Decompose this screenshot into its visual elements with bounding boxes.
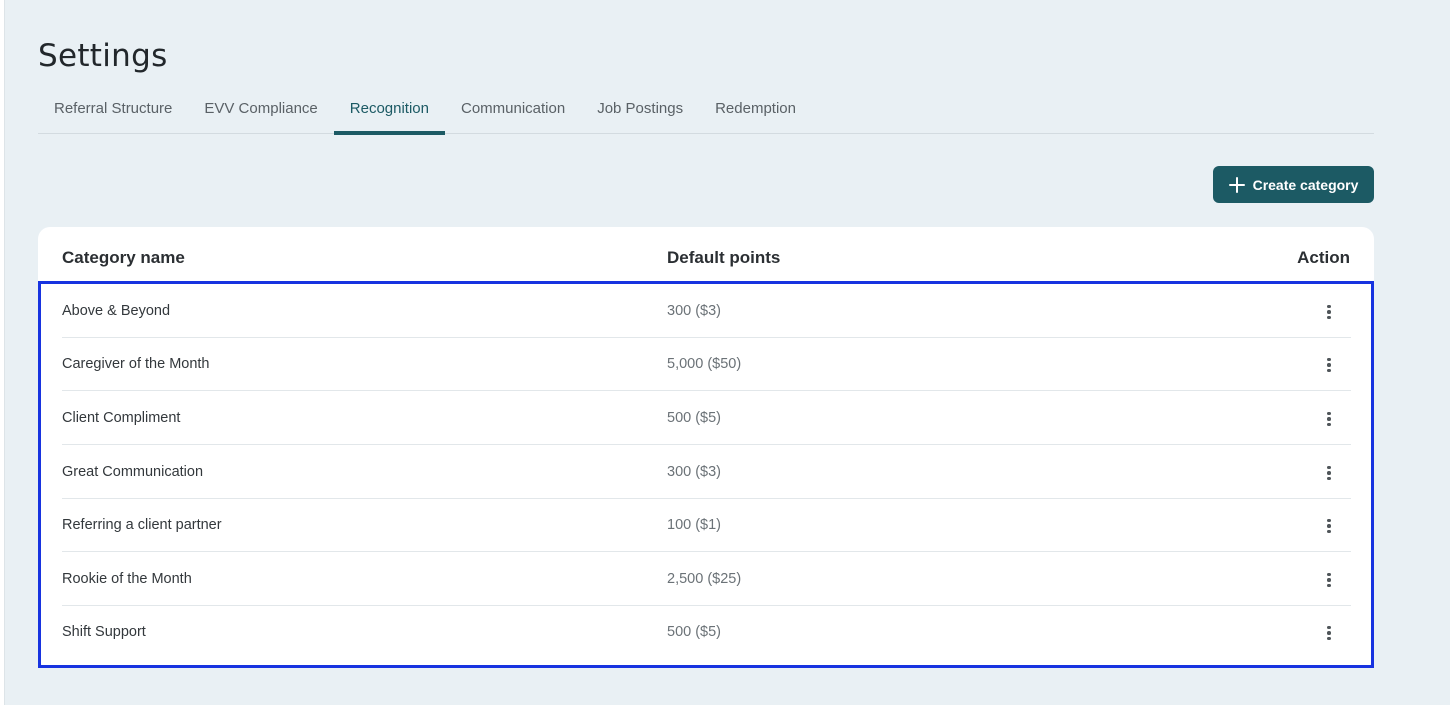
default-points-cell: 300 ($3)	[667, 464, 722, 480]
table-row: Great Communication 300 ($3)	[62, 445, 1351, 499]
category-name-cell: Rookie of the Month	[62, 571, 192, 587]
tab-job-postings[interactable]: Job Postings	[581, 86, 699, 134]
default-points-cell: 2,500 ($25)	[667, 571, 742, 587]
table-header: Category name Default points Action	[38, 227, 1374, 283]
categories-table: Category name Default points Action Abov…	[38, 227, 1374, 668]
category-name-cell: Above & Beyond	[62, 303, 171, 319]
tab-communication[interactable]: Communication	[445, 86, 581, 134]
table-row: Caregiver of the Month 5,000 ($50)	[62, 337, 1351, 391]
table-body: Above & Beyond 300 ($3) Caregiver of the…	[38, 281, 1374, 668]
plus-icon	[1228, 176, 1245, 193]
category-name-cell: Caregiver of the Month	[62, 356, 210, 372]
table-row: Referring a client partner 100 ($1)	[62, 498, 1351, 552]
default-points-cell: 300 ($3)	[667, 303, 722, 319]
table-row: Client Compliment 500 ($5)	[62, 391, 1351, 445]
more-vertical-icon[interactable]	[1321, 569, 1337, 591]
default-points-cell: 5,000 ($50)	[667, 356, 742, 372]
default-points-cell: 100 ($1)	[667, 517, 722, 533]
column-header-default-points: Default points	[667, 248, 781, 267]
default-points-cell: 500 ($5)	[667, 410, 722, 426]
category-name-cell: Referring a client partner	[62, 517, 222, 533]
create-category-button[interactable]: Create category	[1213, 166, 1374, 203]
page-title: Settings	[38, 38, 168, 74]
table-row: Shift Support 500 ($5)	[62, 605, 1351, 659]
more-vertical-icon[interactable]	[1321, 515, 1337, 537]
tab-evv-compliance[interactable]: EVV Compliance	[188, 86, 333, 134]
settings-tabs: Referral Structure EVV Compliance Recogn…	[38, 86, 1374, 135]
more-vertical-icon[interactable]	[1321, 462, 1337, 484]
more-vertical-icon[interactable]	[1321, 622, 1337, 644]
tab-referral-structure[interactable]: Referral Structure	[38, 86, 188, 134]
default-points-cell: 500 ($5)	[667, 624, 722, 640]
column-header-category-name: Category name	[62, 248, 185, 267]
more-vertical-icon[interactable]	[1321, 301, 1337, 323]
more-vertical-icon[interactable]	[1321, 354, 1337, 376]
create-category-label: Create category	[1252, 176, 1359, 193]
table-row: Above & Beyond 300 ($3)	[62, 284, 1351, 338]
category-name-cell: Great Communication	[62, 464, 204, 480]
category-name-cell: Shift Support	[62, 624, 146, 640]
table-row: Rookie of the Month 2,500 ($25)	[62, 552, 1351, 606]
tab-redemption[interactable]: Redemption	[699, 86, 812, 134]
more-vertical-icon[interactable]	[1321, 408, 1337, 430]
column-header-action: Action	[1297, 248, 1350, 267]
category-name-cell: Client Compliment	[62, 410, 181, 426]
settings-page: Settings Referral Structure EVV Complian…	[4, 0, 1450, 705]
tab-recognition[interactable]: Recognition	[333, 86, 446, 135]
